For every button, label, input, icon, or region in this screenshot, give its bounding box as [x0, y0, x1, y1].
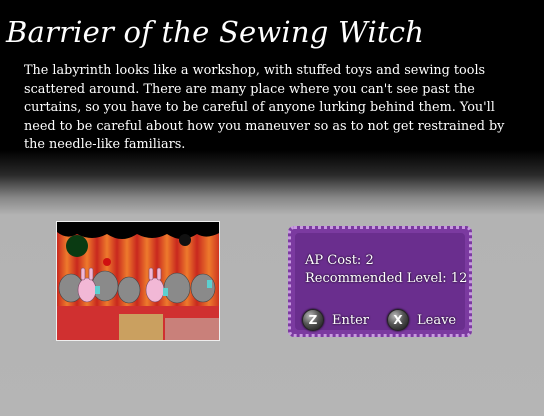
labyrinth-description: The labyrinth looks like a workshop, wit…: [24, 63, 505, 152]
enter-label: Enter: [332, 312, 369, 328]
ap-cost-text: AP Cost: 2: [305, 253, 374, 268]
leave-button[interactable]: X Leave: [387, 309, 456, 331]
leave-label: Leave: [417, 312, 457, 328]
labyrinth-title: Barrier of the Sewing Witch: [6, 15, 425, 49]
labyrinth-info-panel: AP Cost: 2 Recommended Level: 12 Z Enter…: [288, 226, 472, 337]
x-key-icon: X: [387, 309, 409, 331]
enter-button[interactable]: Z Enter: [302, 309, 369, 331]
z-key-icon: Z: [302, 309, 324, 331]
recommended-level-text: Recommended Level: 12: [305, 271, 468, 286]
labyrinth-preview-image: [56, 221, 220, 341]
